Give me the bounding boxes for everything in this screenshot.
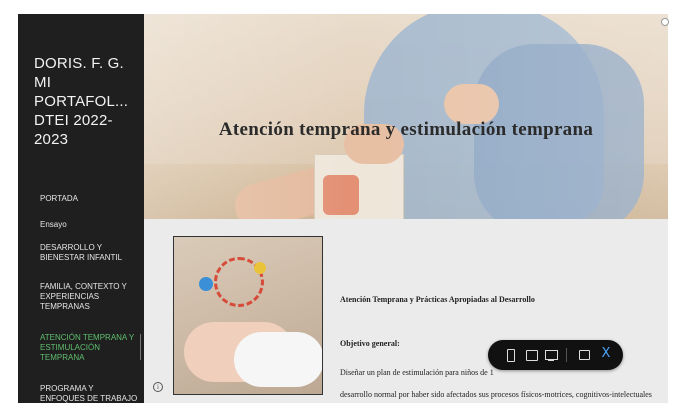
photo-toy-yellow xyxy=(254,262,266,274)
toolbar-divider xyxy=(566,348,567,362)
nav-scroll-divider xyxy=(140,334,141,360)
comment-icon[interactable] xyxy=(577,348,591,362)
info-icon[interactable]: i xyxy=(153,382,163,392)
content-paragraph-line2: desarrollo normal por haber sido afectad… xyxy=(340,390,652,399)
photo-toy-blue xyxy=(199,277,213,291)
tablet-view-icon[interactable] xyxy=(524,348,538,362)
nav-item-ensayo[interactable]: Ensayo xyxy=(40,220,140,230)
baby-photo xyxy=(173,236,323,395)
hero-banner: Atención temprana y estimulación tempran… xyxy=(144,14,668,219)
desktop-view-icon[interactable] xyxy=(544,348,558,362)
mobile-view-icon[interactable] xyxy=(503,348,517,362)
nav-item-portada[interactable]: PORTADA xyxy=(40,194,140,204)
hero-overlay xyxy=(144,14,668,219)
nav-item-desarrollo[interactable]: DESARROLLO Y BIENESTAR INFANTIL xyxy=(40,243,140,263)
nav-item-programa[interactable]: PROGRAMA Y ENFOQUES DE TRABAJO xyxy=(40,384,140,403)
nav-item-atencion-temprana[interactable]: ATENCIÓN TEMPRANA Y ESTIMULACIÓN TEMPRAN… xyxy=(40,333,140,363)
main-content: i Atención Temprana y Prácticas Apropiad… xyxy=(144,219,668,403)
sidebar: DORIS. F. G. MI PORTAFOL... DTEI 2022- 2… xyxy=(18,14,144,403)
nav-item-familia[interactable]: FAMILIA, CONTEXTO Y EXPERIENCIAS TEMPRAN… xyxy=(40,282,140,312)
content-subheading: Objetivo general: xyxy=(340,339,400,348)
site-title[interactable]: DORIS. F. G. MI PORTAFOL... DTEI 2022- 2… xyxy=(34,54,142,149)
preview-toolbar: X xyxy=(488,340,623,370)
photo-baby-body xyxy=(234,332,322,387)
content-heading: Atención Temprana y Prácticas Apropiadas… xyxy=(340,295,535,304)
content-paragraph-line1: Diseñar un plan de estimulación para niñ… xyxy=(340,368,494,377)
corner-indicator-icon xyxy=(661,18,669,26)
close-button[interactable]: X xyxy=(599,346,613,361)
page-title: Atención temprana y estimulación tempran… xyxy=(218,119,594,140)
